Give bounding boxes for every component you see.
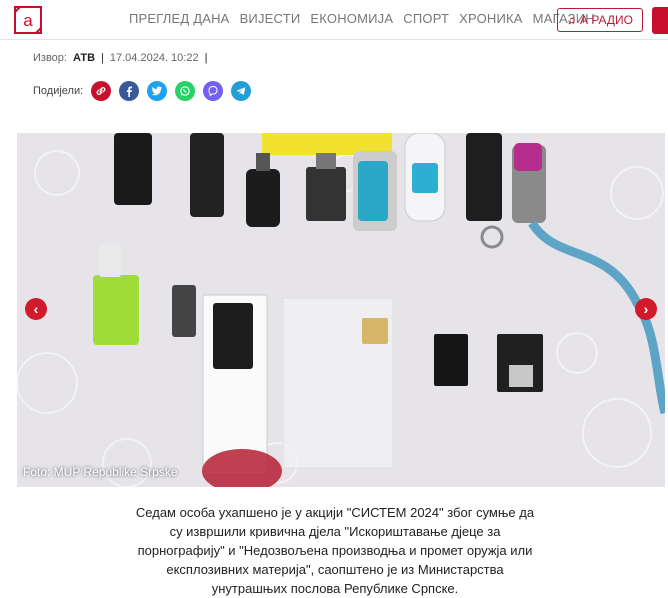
article-photo[interactable]: ‹ › Foto: MUP Republike Srpske	[17, 133, 665, 487]
twitter-icon[interactable]	[147, 81, 168, 101]
source-label: Извор:	[33, 52, 67, 64]
publish-date: 17.04.2024. 10:22	[109, 52, 199, 64]
next-slide-button[interactable]: ›	[635, 298, 657, 320]
whatsapp-icon[interactable]	[175, 81, 196, 101]
svg-text:a: a	[23, 11, 33, 30]
radio-button-label: А РАДИО	[579, 13, 634, 27]
nav-item-hronika[interactable]: ХРОНИКА	[459, 11, 523, 26]
nav-item-pregled-dana[interactable]: ПРЕГЛЕД ДАНА	[129, 11, 230, 26]
menu-tab[interactable]	[652, 7, 668, 34]
source-name[interactable]: АТВ	[73, 52, 95, 64]
facebook-icon[interactable]	[119, 81, 140, 101]
photo-illustration	[17, 133, 665, 487]
music-note-icon: ♫	[566, 13, 576, 27]
nav-item-sport[interactable]: СПОРТ	[403, 11, 449, 26]
site-logo[interactable]: a	[12, 4, 44, 36]
nav-item-ekonomija[interactable]: ЕКОНОМИЈА	[310, 11, 393, 26]
site-header: a ПРЕГЛЕД ДАНА ВИЈЕСТИ ЕКОНОМИЈА СПОРТ Х…	[0, 0, 668, 40]
article-lead: Седам особа ухапшено је у акцији "СИСТЕМ…	[135, 505, 535, 596]
nav-item-vijesti[interactable]: ВИЈЕСТИ	[240, 11, 301, 26]
meta-divider: |	[101, 52, 104, 64]
viber-icon[interactable]	[203, 81, 224, 101]
radio-button[interactable]: ♫ А РАДИО	[557, 8, 643, 32]
meta-divider: |	[204, 52, 208, 64]
link-icon[interactable]	[91, 81, 112, 101]
share-label: Подијели:	[33, 85, 84, 97]
main-nav: ПРЕГЛЕД ДАНА ВИЈЕСТИ ЕКОНОМИЈА СПОРТ ХРО…	[129, 11, 595, 26]
share-bar: Подијели:	[33, 81, 252, 101]
prev-slide-button[interactable]: ‹	[25, 298, 47, 320]
telegram-icon[interactable]	[231, 81, 252, 101]
photo-caption: Foto: MUP Republike Srpske	[23, 465, 178, 479]
article-meta: Извор: АТВ | 17.04.2024. 10:22 |	[33, 52, 207, 64]
